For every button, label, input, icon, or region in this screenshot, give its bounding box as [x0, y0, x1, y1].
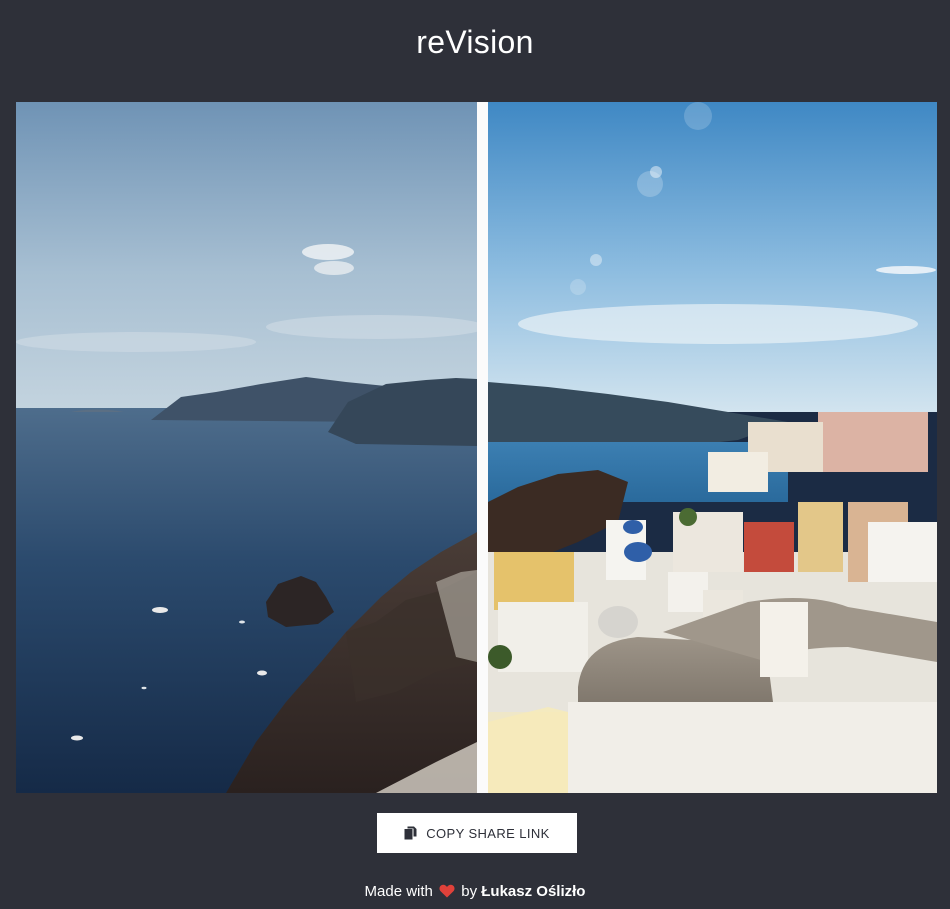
- footer-by: by: [461, 883, 478, 900]
- copy-share-link-button[interactable]: COPY SHARE LINK: [377, 813, 577, 853]
- image-comparison[interactable]: [16, 102, 937, 793]
- after-image: [488, 102, 937, 793]
- comparison-slider-handle[interactable]: [477, 102, 488, 793]
- footer-author[interactable]: Łukasz Oślizło: [481, 883, 585, 900]
- copy-share-link-label: COPY SHARE LINK: [426, 825, 550, 841]
- after-photo: [488, 102, 937, 793]
- copy-icon: [404, 826, 417, 840]
- footer-credit: Made with by Łukasz Oślizło: [0, 883, 950, 900]
- before-photo: [16, 102, 477, 793]
- before-image: [16, 102, 477, 793]
- footer-prefix: Made with: [364, 883, 433, 900]
- heart-icon: [439, 884, 455, 898]
- app-title: reVision: [416, 24, 534, 60]
